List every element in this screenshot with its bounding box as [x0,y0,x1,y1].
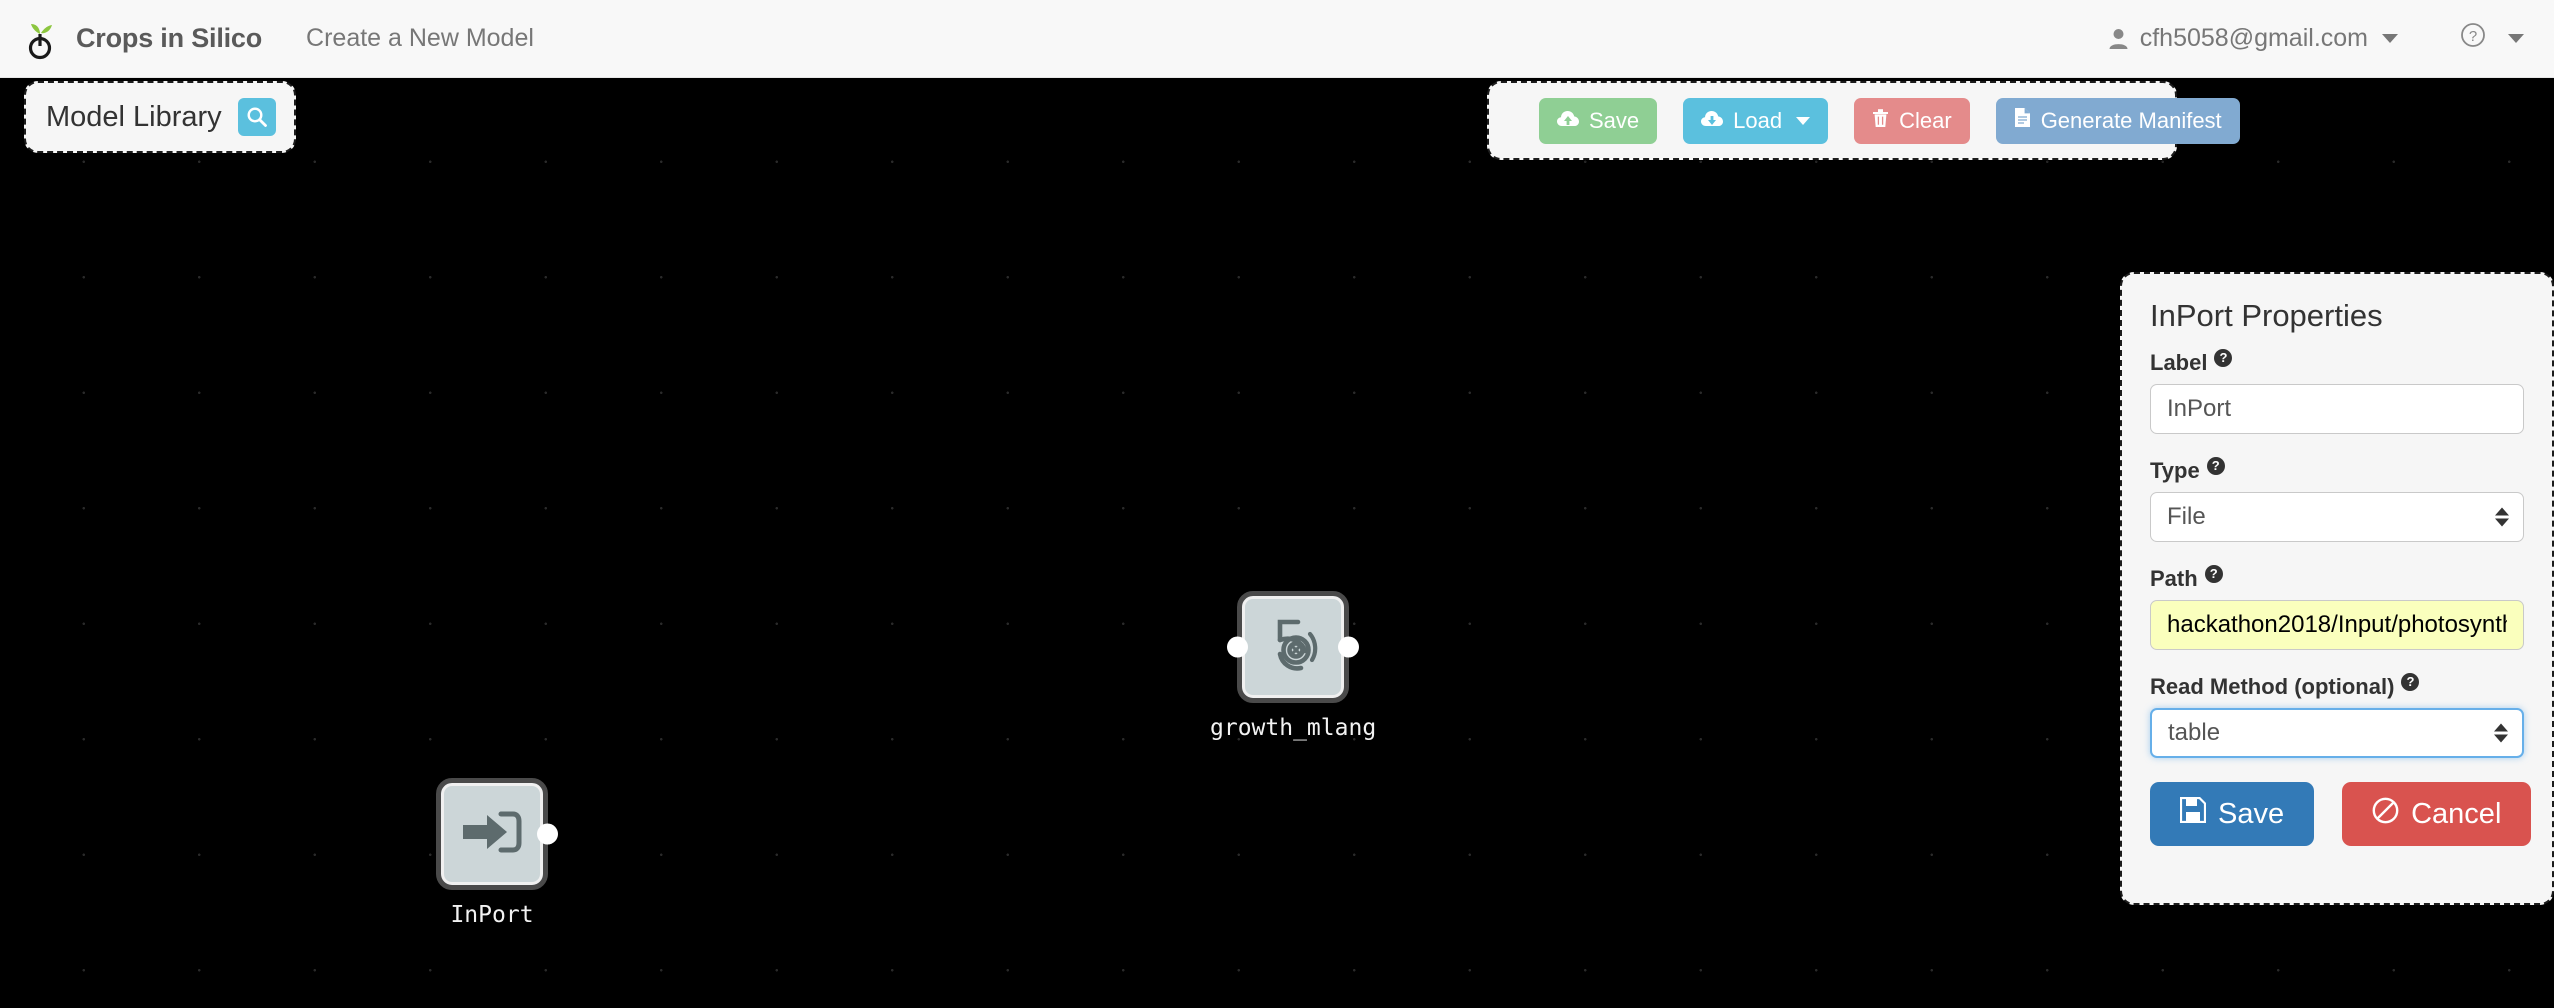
help-menu[interactable]: ? [2460,22,2524,55]
load-graph-label: Load [1733,107,1783,133]
node-box[interactable] [1227,591,1360,703]
model-library-panel[interactable]: Model Library [24,81,296,153]
generate-manifest-label: Generate Manifest [2040,107,2222,133]
properties-cancel-button[interactable]: Cancel [2342,782,2532,846]
clear-graph-button[interactable]: Clear [1854,97,1970,144]
path-input[interactable] [2150,600,2524,650]
type-field-label: Type ? [2150,457,2524,484]
account-menu[interactable]: cfh5058@gmail.com [2109,24,2398,53]
top-navbar: Crops in Silico Create a New Model cfh50… [0,0,2554,78]
load-graph-button[interactable]: Load [1683,97,1829,144]
chevron-down-icon [2382,34,2398,43]
person-icon [2109,28,2128,50]
trash-icon [1872,108,1889,134]
select-spinner-icon [2494,723,2508,743]
model-library-title: Model Library [46,100,222,133]
search-icon[interactable] [237,98,276,136]
chevron-down-icon [1796,116,1811,125]
properties-panel-title: InPort Properties [2150,298,2383,333]
sprout-power-logo-icon[interactable] [22,17,60,61]
select-spinner-icon [2495,507,2509,527]
graph-node-inport[interactable]: InPort [436,778,558,928]
brand-title[interactable]: Crops in Silico [76,23,262,54]
ban-circle-icon [2372,797,2399,832]
node-port-out[interactable] [537,823,558,845]
label-field-label: Label ? [2150,349,2524,376]
properties-save-button[interactable]: Save [2150,782,2315,846]
type-select-value: File [2167,503,2206,530]
properties-actions: Save Cancel [2150,782,2532,846]
cloud-upload-icon [1557,108,1579,134]
help-icon[interactable]: ? [2214,349,2233,367]
read-method-field-label: Read Method (optional) ? [2150,673,2524,700]
cloud-download-icon [1701,108,1724,134]
type-select[interactable]: File [2150,492,2524,542]
account-email: cfh5058@gmail.com [2139,24,2368,52]
generate-manifest-button[interactable]: Generate Manifest [1995,97,2240,144]
matlab-octave-model-icon [1258,610,1328,685]
floppy-disk-icon [2179,796,2207,831]
nav-create-new-model-link[interactable]: Create a New Model [306,24,534,53]
properties-cancel-label: Cancel [2411,797,2502,830]
inport-properties-panel[interactable]: InPort Properties Label ? Type ? File Pa… [2120,272,2554,905]
document-icon [2014,107,2031,134]
read-method-select[interactable]: table [2150,708,2524,758]
chevron-down-icon [2508,34,2524,43]
help-icon[interactable]: ? [2401,673,2420,691]
properties-save-label: Save [2218,797,2285,830]
node-box[interactable] [436,778,558,890]
node-port-in[interactable] [1227,636,1249,658]
node-label: InPort [450,902,534,928]
graph-toolbar-panel[interactable]: Save Load Clear Generate Manifest [1487,81,2240,160]
question-circle-icon: ? [2460,22,2486,55]
path-field-label: Path ? [2150,565,2524,592]
node-port-out[interactable] [1338,636,1360,658]
read-method-select-value: table [2168,719,2221,746]
help-icon[interactable]: ? [2206,457,2225,475]
node-label: growth_mlang [1210,715,1377,741]
help-icon[interactable]: ? [2204,565,2223,583]
clear-graph-label: Clear [1899,107,1952,133]
arrow-into-bracket-icon [457,797,527,872]
save-graph-button[interactable]: Save [1539,97,1658,144]
save-graph-label: Save [1589,107,1640,133]
svg-text:?: ? [2469,28,2477,45]
navbar-right-group: cfh5058@gmail.com ? [2109,22,2524,55]
graph-node-growth-mlang[interactable]: growth_mlang [1210,591,1376,741]
label-input[interactable] [2150,384,2524,434]
